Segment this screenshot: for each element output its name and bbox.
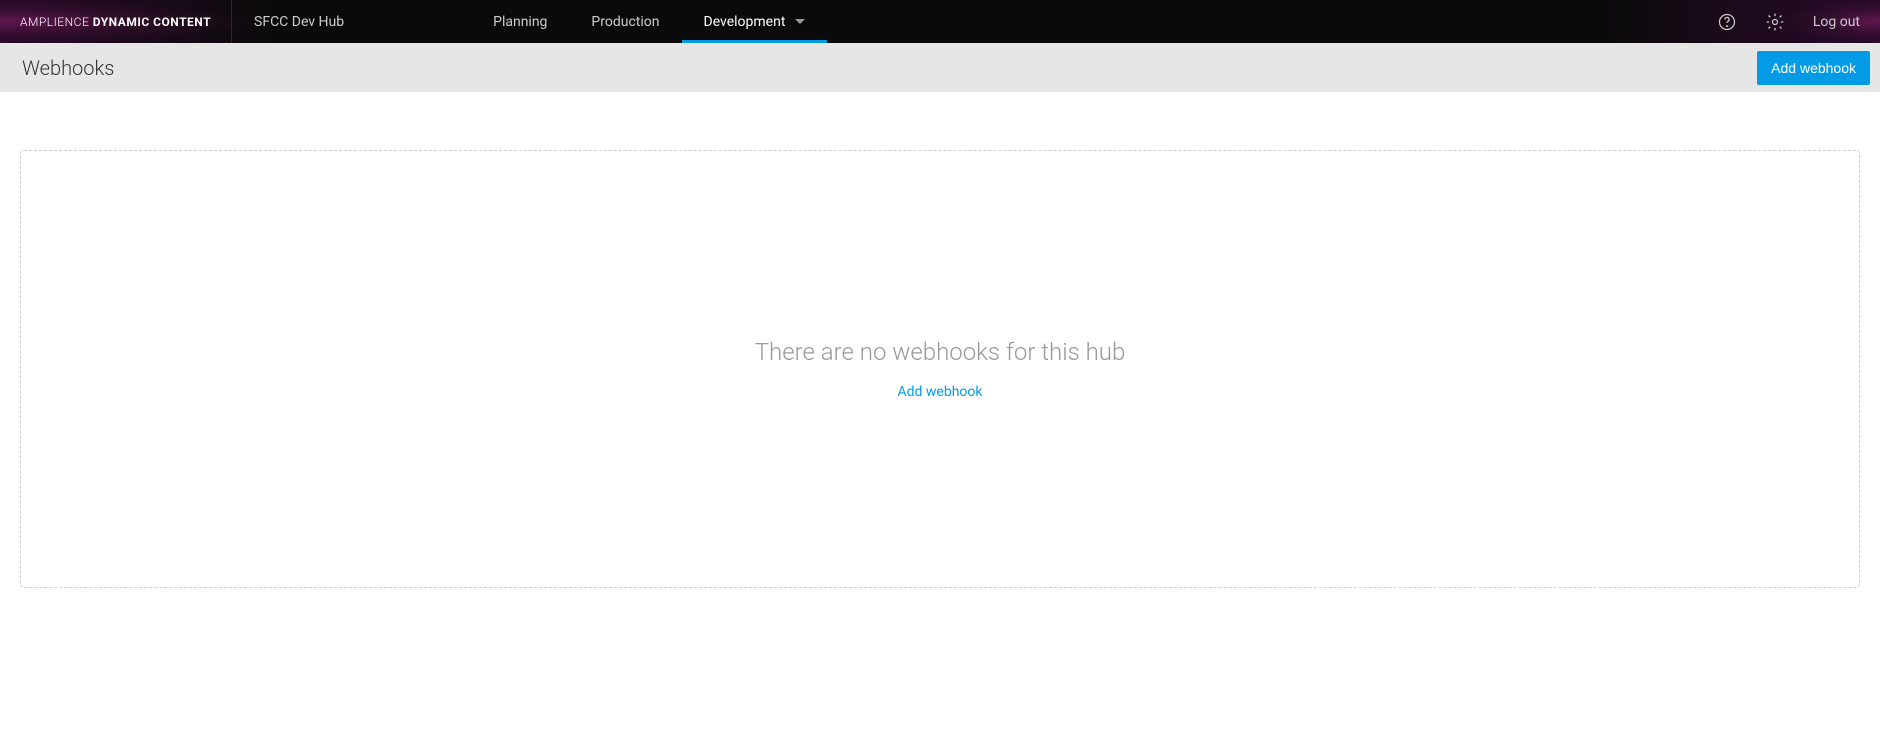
- add-webhook-button[interactable]: Add webhook: [1757, 51, 1870, 85]
- chevron-down-icon: [795, 19, 805, 24]
- top-nav: AMPLIENCE DYNAMIC CONTENT SFCC Dev Hub P…: [0, 0, 1880, 43]
- brand-logo[interactable]: AMPLIENCE DYNAMIC CONTENT: [0, 0, 232, 43]
- help-icon[interactable]: [1717, 12, 1737, 32]
- page-title: Webhooks: [22, 56, 114, 80]
- logout-link[interactable]: Log out: [1813, 14, 1860, 30]
- tab-production[interactable]: Production: [569, 0, 681, 43]
- content-area: There are no webhooks for this hub Add w…: [0, 92, 1880, 608]
- subheader: Webhooks Add webhook: [0, 43, 1880, 92]
- tab-development-label: Development: [704, 14, 786, 30]
- add-webhook-link[interactable]: Add webhook: [898, 384, 983, 400]
- empty-state-message: There are no webhooks for this hub: [755, 338, 1126, 366]
- nav-tabs: Planning Production Development: [471, 0, 827, 43]
- hub-name[interactable]: SFCC Dev Hub: [232, 0, 366, 43]
- gear-icon[interactable]: [1765, 12, 1785, 32]
- tab-planning[interactable]: Planning: [471, 0, 569, 43]
- brand-text: AMPLIENCE DYNAMIC CONTENT: [20, 15, 211, 29]
- empty-state-box: There are no webhooks for this hub Add w…: [20, 150, 1860, 588]
- tab-development[interactable]: Development: [682, 0, 828, 43]
- top-nav-right: Log out: [1717, 0, 1880, 43]
